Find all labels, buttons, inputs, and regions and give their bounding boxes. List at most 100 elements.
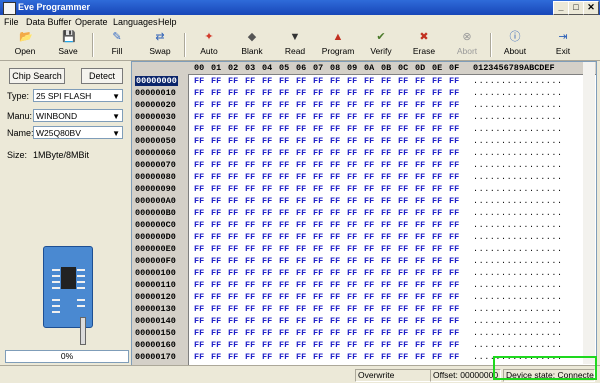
hex-byte[interactable]: FF bbox=[347, 280, 357, 290]
hex-byte[interactable]: FF bbox=[279, 100, 289, 110]
hex-byte[interactable]: FF bbox=[398, 208, 408, 218]
hex-byte[interactable]: FF bbox=[415, 316, 425, 326]
hex-byte[interactable]: FF bbox=[211, 316, 221, 326]
blank-button[interactable]: ◆ Blank bbox=[232, 31, 272, 59]
hex-byte[interactable]: FF bbox=[313, 124, 323, 134]
hex-byte[interactable]: FF bbox=[449, 160, 459, 170]
hex-byte[interactable]: FF bbox=[211, 112, 221, 122]
hex-byte[interactable]: FF bbox=[279, 172, 289, 182]
hex-byte[interactable]: FF bbox=[398, 172, 408, 182]
hex-byte[interactable]: FF bbox=[364, 100, 374, 110]
hex-byte[interactable]: FF bbox=[211, 88, 221, 98]
hex-byte[interactable]: FF bbox=[262, 220, 272, 230]
hex-byte[interactable]: FF bbox=[296, 256, 306, 266]
hex-byte[interactable]: FF bbox=[279, 292, 289, 302]
hex-byte[interactable]: FF bbox=[364, 232, 374, 242]
hex-byte[interactable]: FF bbox=[415, 136, 425, 146]
hex-byte[interactable]: FF bbox=[449, 100, 459, 110]
hex-byte[interactable]: FF bbox=[449, 148, 459, 158]
hex-byte[interactable]: FF bbox=[279, 244, 289, 254]
hex-byte[interactable]: FF bbox=[398, 76, 408, 86]
hex-byte[interactable]: FF bbox=[211, 124, 221, 134]
hex-byte[interactable]: FF bbox=[415, 160, 425, 170]
hex-byte[interactable]: FF bbox=[347, 136, 357, 146]
hex-byte[interactable]: FF bbox=[364, 328, 374, 338]
hex-byte[interactable]: FF bbox=[296, 160, 306, 170]
hex-byte[interactable]: FF bbox=[347, 124, 357, 134]
hex-byte[interactable]: FF bbox=[279, 76, 289, 86]
hex-byte[interactable]: FF bbox=[296, 196, 306, 206]
hex-byte[interactable]: FF bbox=[415, 100, 425, 110]
hex-byte[interactable]: FF bbox=[398, 340, 408, 350]
hex-byte[interactable]: FF bbox=[381, 160, 391, 170]
hex-byte[interactable]: FF bbox=[415, 76, 425, 86]
hex-byte[interactable]: FF bbox=[432, 136, 442, 146]
hex-byte[interactable]: FF bbox=[330, 340, 340, 350]
hex-byte[interactable]: FF bbox=[432, 112, 442, 122]
hex-byte[interactable]: FF bbox=[279, 112, 289, 122]
hex-byte[interactable]: FF bbox=[330, 112, 340, 122]
hex-byte[interactable]: FF bbox=[194, 208, 204, 218]
hex-byte[interactable]: FF bbox=[245, 244, 255, 254]
hex-byte[interactable]: FF bbox=[194, 196, 204, 206]
hex-byte[interactable]: FF bbox=[415, 148, 425, 158]
hex-byte[interactable]: FF bbox=[228, 316, 238, 326]
hex-byte[interactable]: FF bbox=[313, 268, 323, 278]
hex-byte[interactable]: FF bbox=[364, 292, 374, 302]
hex-byte[interactable]: FF bbox=[313, 292, 323, 302]
auto-button[interactable]: ✦ Auto bbox=[189, 31, 229, 59]
hex-byte[interactable]: FF bbox=[398, 112, 408, 122]
hex-byte[interactable]: FF bbox=[364, 184, 374, 194]
hex-byte[interactable]: FF bbox=[364, 304, 374, 314]
hex-byte[interactable]: FF bbox=[313, 148, 323, 158]
hex-byte[interactable]: FF bbox=[228, 268, 238, 278]
hex-byte[interactable]: FF bbox=[228, 220, 238, 230]
hex-byte[interactable]: FF bbox=[194, 352, 204, 362]
hex-byte[interactable]: FF bbox=[245, 172, 255, 182]
hex-byte[interactable]: FF bbox=[296, 292, 306, 302]
name-select[interactable]: W25Q80BV ▼ bbox=[33, 126, 123, 139]
hex-byte[interactable]: FF bbox=[228, 160, 238, 170]
hex-byte[interactable]: FF bbox=[398, 256, 408, 266]
hex-byte[interactable]: FF bbox=[296, 136, 306, 146]
hex-byte[interactable]: FF bbox=[296, 172, 306, 182]
hex-byte[interactable]: FF bbox=[245, 280, 255, 290]
hex-byte[interactable]: FF bbox=[347, 268, 357, 278]
hex-byte[interactable]: FF bbox=[279, 328, 289, 338]
hex-byte[interactable]: FF bbox=[262, 256, 272, 266]
hex-byte[interactable]: FF bbox=[364, 196, 374, 206]
hex-byte[interactable]: FF bbox=[364, 136, 374, 146]
hex-byte[interactable]: FF bbox=[398, 244, 408, 254]
hex-byte[interactable]: FF bbox=[262, 184, 272, 194]
hex-byte[interactable]: FF bbox=[398, 148, 408, 158]
hex-byte[interactable]: FF bbox=[211, 256, 221, 266]
hex-byte[interactable]: FF bbox=[313, 172, 323, 182]
hex-byte[interactable]: FF bbox=[296, 268, 306, 278]
hex-byte[interactable]: FF bbox=[194, 304, 204, 314]
hex-byte[interactable]: FF bbox=[262, 304, 272, 314]
hex-byte[interactable]: FF bbox=[398, 280, 408, 290]
hex-byte[interactable]: FF bbox=[330, 268, 340, 278]
hex-byte[interactable]: FF bbox=[432, 316, 442, 326]
hex-byte[interactable]: FF bbox=[330, 196, 340, 206]
hex-byte[interactable]: FF bbox=[211, 304, 221, 314]
hex-byte[interactable]: FF bbox=[381, 148, 391, 158]
hex-byte[interactable]: FF bbox=[449, 136, 459, 146]
hex-byte[interactable]: FF bbox=[228, 256, 238, 266]
hex-byte[interactable]: FF bbox=[364, 280, 374, 290]
hex-byte[interactable]: FF bbox=[296, 316, 306, 326]
hex-byte[interactable]: FF bbox=[245, 100, 255, 110]
hex-byte[interactable]: FF bbox=[228, 88, 238, 98]
hex-byte[interactable]: FF bbox=[313, 340, 323, 350]
verify-button[interactable]: ✔ Verify bbox=[361, 31, 401, 59]
hex-byte[interactable]: FF bbox=[330, 316, 340, 326]
hex-byte[interactable]: FF bbox=[449, 352, 459, 362]
hex-byte[interactable]: FF bbox=[211, 160, 221, 170]
hex-byte[interactable]: FF bbox=[313, 76, 323, 86]
hex-byte[interactable]: FF bbox=[262, 340, 272, 350]
exit-button[interactable]: ⇥ Exit bbox=[543, 31, 583, 59]
hex-byte[interactable]: FF bbox=[296, 340, 306, 350]
hex-byte[interactable]: FF bbox=[398, 124, 408, 134]
hex-byte[interactable]: FF bbox=[398, 316, 408, 326]
hex-byte[interactable]: FF bbox=[194, 244, 204, 254]
